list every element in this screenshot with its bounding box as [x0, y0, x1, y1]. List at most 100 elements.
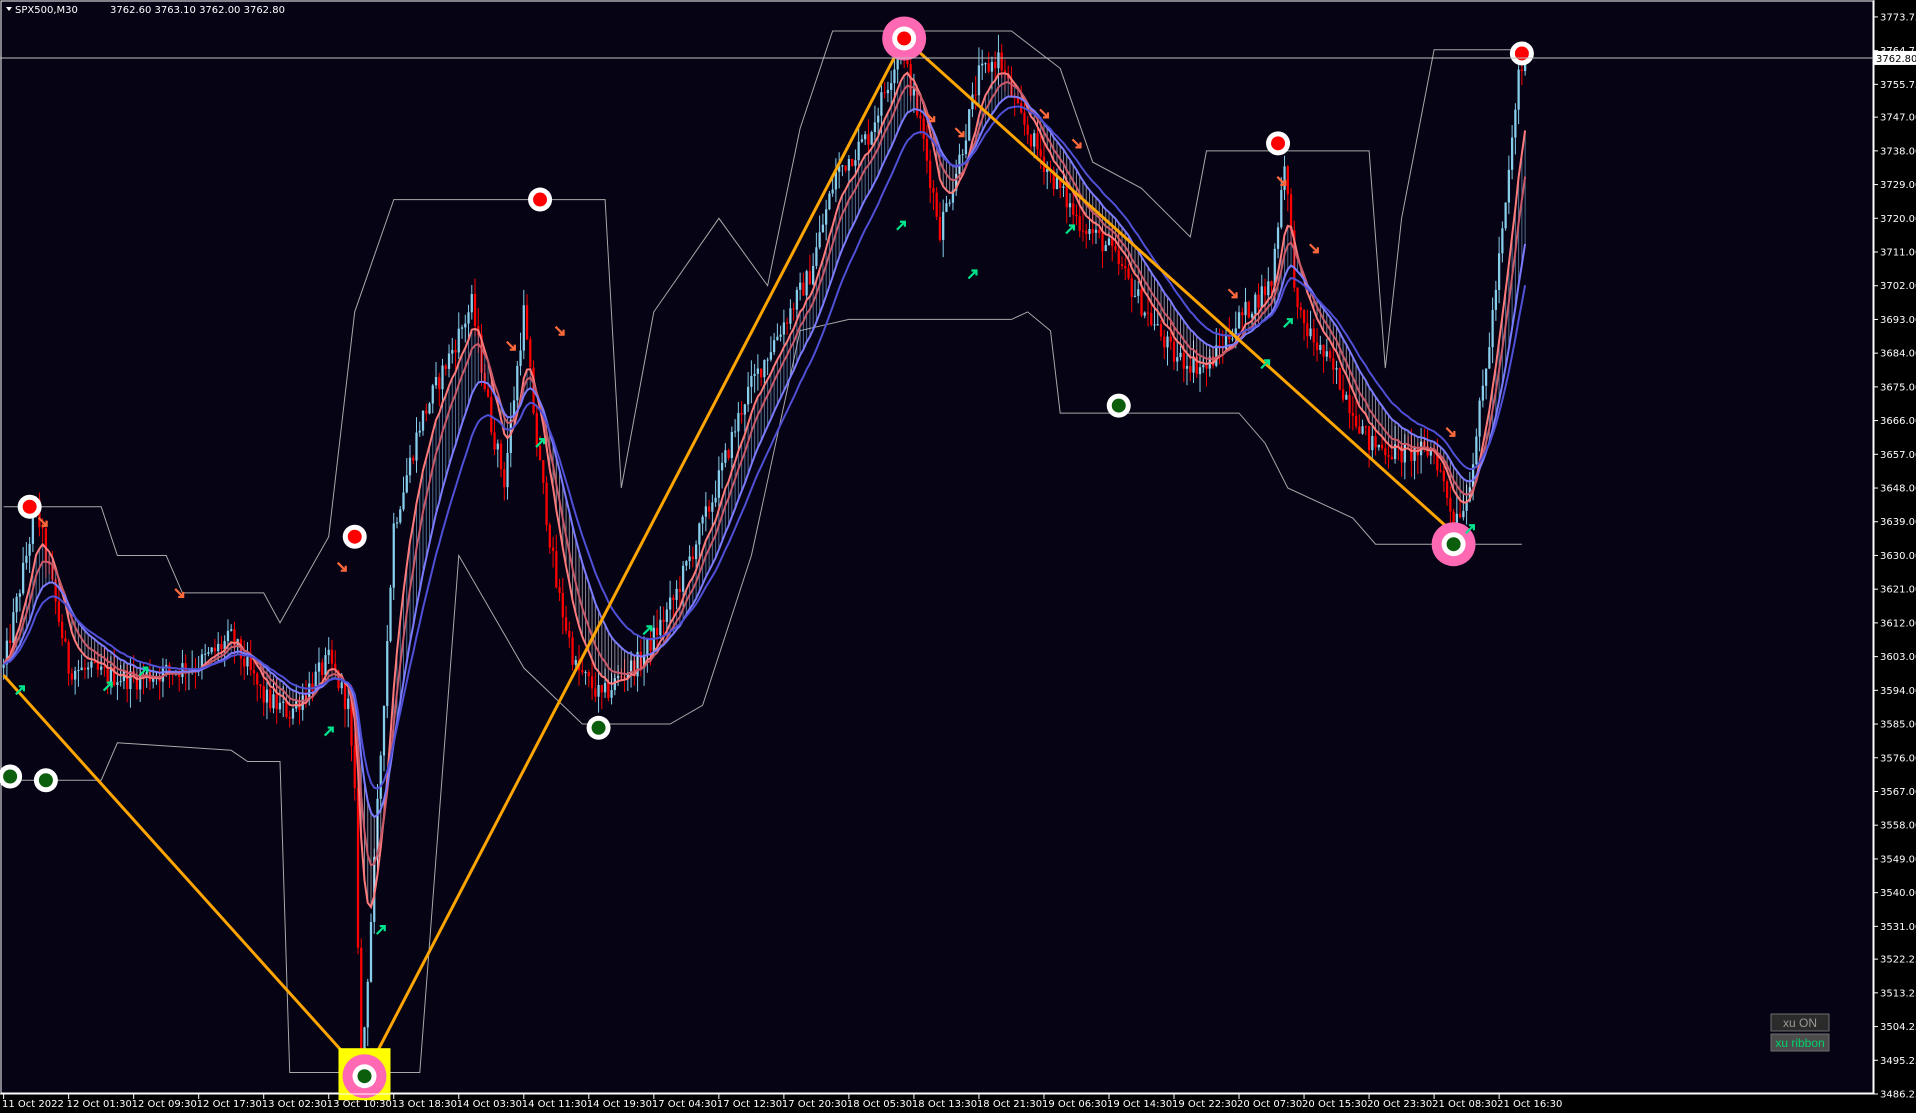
candle-body [181, 663, 184, 678]
candle-body [1510, 137, 1514, 170]
candle-body [262, 686, 265, 703]
candle-body [1364, 426, 1367, 428]
candle-body [886, 89, 890, 94]
candle-body [1283, 166, 1286, 191]
candle-body [584, 672, 587, 674]
candle-body [25, 555, 28, 563]
candle-body [399, 509, 402, 523]
time-tick-label: 14 Oct 19:30 [587, 1099, 652, 1110]
candle-body [1202, 365, 1205, 368]
candle-body [812, 265, 815, 285]
candle-body [779, 334, 782, 337]
candle-body [41, 526, 44, 529]
candle-body [1354, 415, 1358, 427]
candle-body [1299, 307, 1302, 311]
candle-body [1098, 229, 1101, 234]
candle-body [74, 670, 77, 680]
time-tick-label: 18 Oct 13:30 [912, 1099, 977, 1110]
candle-body [369, 921, 373, 982]
candle-body [922, 118, 925, 139]
candle-body [815, 247, 818, 266]
price-tick-label: 3612.00 [1880, 618, 1916, 629]
candle-body [93, 661, 96, 664]
candle-body [1237, 312, 1241, 329]
candle-body [100, 666, 103, 670]
price-chart[interactable]: 3773.753764.753755.753747.003738.003729.… [0, 0, 1916, 1113]
xu-ribbon-button[interactable]: xu ribbon [1770, 1033, 1830, 1052]
candle-body [1478, 400, 1481, 437]
candle-body [1325, 351, 1328, 357]
candle-body [1289, 194, 1293, 231]
candle-body [925, 138, 929, 161]
candle-body [204, 653, 207, 655]
candle-body [473, 294, 477, 326]
candle-body [1172, 341, 1176, 362]
candle-body [1205, 365, 1208, 369]
candle-body [535, 413, 538, 446]
candle-body [1501, 228, 1504, 254]
candle-body [1146, 312, 1150, 314]
candle-body [324, 655, 327, 676]
candle-body [464, 323, 467, 328]
candle-body [883, 92, 886, 94]
price-tick-label: 3684.00 [1880, 349, 1916, 360]
candle-body [1185, 366, 1189, 369]
candle-body [841, 165, 844, 167]
candle-body [1341, 389, 1345, 400]
candle-body [1462, 510, 1465, 518]
candle-body [330, 649, 334, 664]
candle-body [1491, 309, 1494, 348]
candle-body [1514, 109, 1517, 138]
candle-body [282, 701, 285, 703]
candle-body [1475, 436, 1478, 465]
pivot-low-dot [1446, 537, 1461, 552]
price-tick-label: 3504.25 [1880, 1022, 1916, 1033]
candle-body [782, 322, 786, 335]
candle-body [412, 457, 415, 461]
candle-body [470, 294, 473, 313]
candle-body [1039, 149, 1042, 157]
candle-body [1088, 229, 1091, 234]
candle-body [1029, 134, 1033, 147]
candle-body [759, 368, 763, 378]
candle-body [1263, 286, 1267, 296]
time-tick-label: 17 Oct 04:30 [652, 1099, 717, 1110]
candle-body [243, 658, 246, 667]
candle-body [545, 482, 548, 525]
candle-body [418, 430, 421, 433]
candle-body [213, 647, 217, 652]
candle-body [1335, 368, 1338, 370]
candle-body [447, 353, 451, 369]
candle-body [1260, 286, 1263, 308]
candle-body [1481, 385, 1484, 401]
price-tick-label: 3630.00 [1880, 551, 1916, 562]
candle-body [1374, 435, 1377, 448]
pivot-high-dot [533, 192, 548, 207]
candle-body [1231, 338, 1234, 340]
candle-body [877, 115, 880, 123]
candle-body [1439, 470, 1442, 472]
candle-body [769, 352, 773, 360]
price-tick-label: 3711.00 [1880, 248, 1916, 259]
candle-body [1068, 203, 1072, 208]
pivot-low-dot [38, 773, 53, 788]
time-axis[interactable]: 11 Oct 2022 12 Oct 01:30 12 Oct 09:30 12 Oc… [0, 1093, 1874, 1110]
candle-body [1348, 394, 1351, 414]
candle-body [977, 65, 981, 96]
candle-body [220, 643, 223, 650]
candle-body [737, 413, 740, 432]
time-tick-label: 17 Oct 12:30 [717, 1099, 782, 1110]
candle-body [542, 460, 545, 483]
price-tick-label: 3486.25 [1880, 1090, 1916, 1101]
candle-body [275, 694, 278, 710]
candle-body [610, 689, 613, 698]
candle-body [1322, 344, 1325, 357]
candle-body [756, 368, 760, 374]
candle-body [1312, 328, 1315, 343]
price-axis[interactable]: 3773.753764.753755.753747.003738.003729.… [1873, 0, 1916, 1101]
candle-body [707, 506, 711, 512]
price-tick-label: 3540.00 [1880, 888, 1916, 899]
candle-body [18, 593, 22, 597]
candle-body [1384, 448, 1387, 456]
xu-on-button[interactable]: xu ON [1770, 1013, 1830, 1032]
